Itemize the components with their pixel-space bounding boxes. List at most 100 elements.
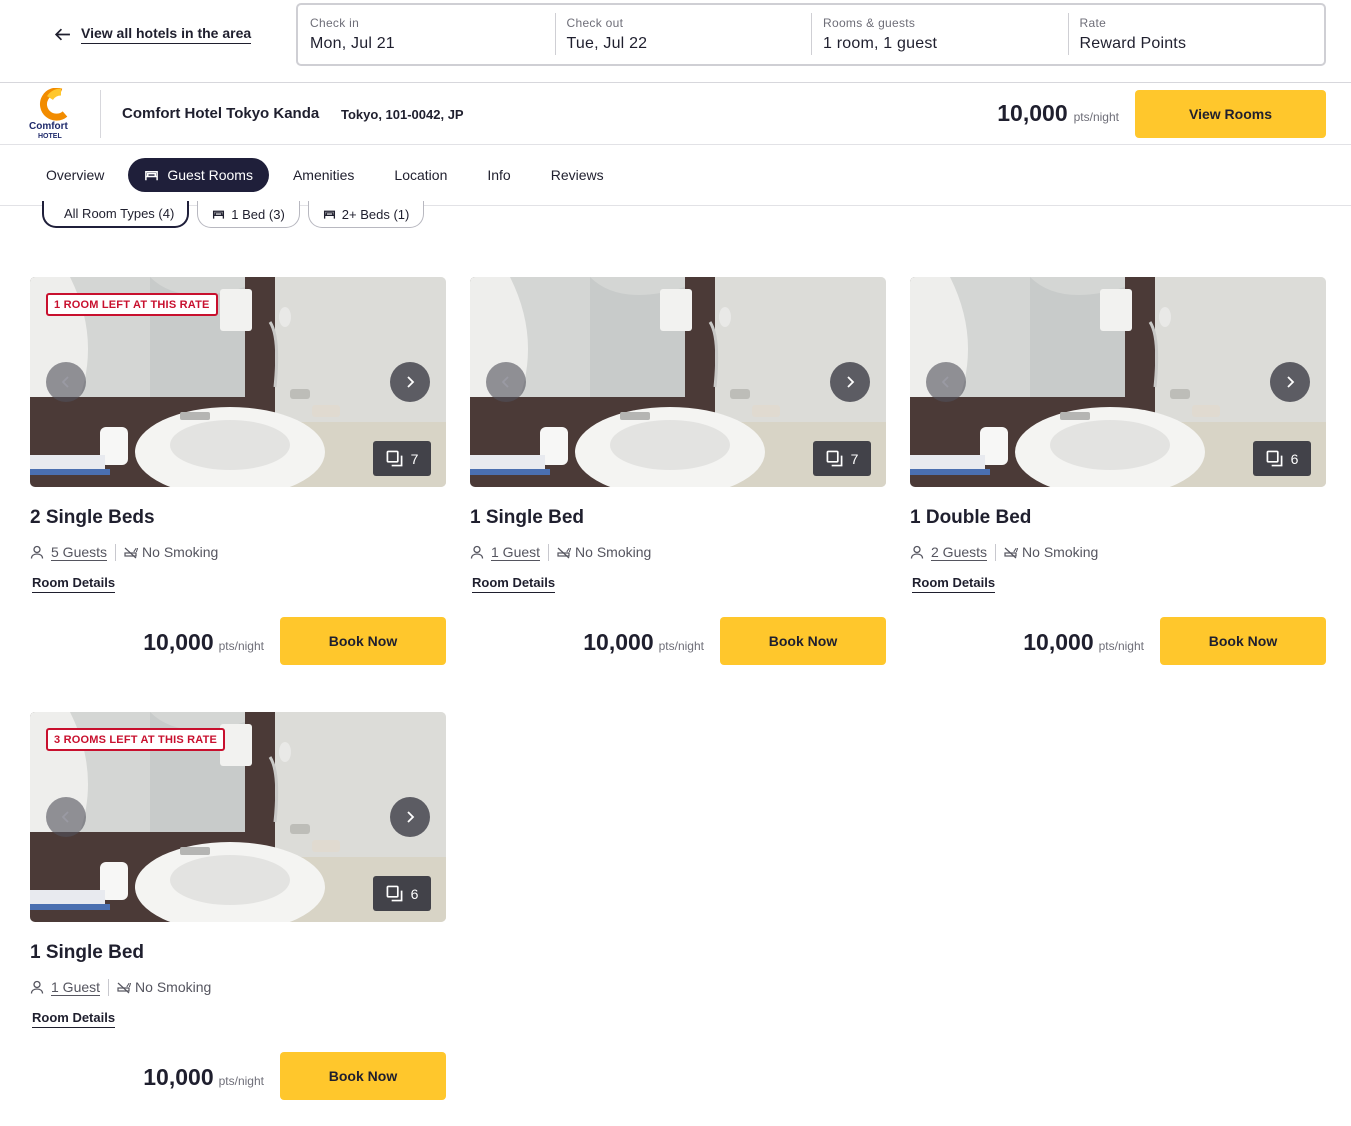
photo-gallery-button[interactable]: 7 <box>813 441 871 476</box>
gallery-icon <box>386 450 403 467</box>
rooms-guests-field[interactable]: Rooms & guests 1 room, 1 guest <box>811 5 1068 64</box>
person-icon <box>470 545 484 559</box>
room-card: 6 1 Double Bed 2 Guests No Smoking Room … <box>910 277 1326 665</box>
photo-count: 7 <box>410 450 419 467</box>
tab-amenities[interactable]: Amenities <box>277 158 370 192</box>
room-details-link[interactable]: Room Details <box>912 575 996 593</box>
header-price-unit: pts/night <box>1073 110 1119 124</box>
carousel-next-button[interactable] <box>390 797 430 837</box>
person-icon <box>30 545 44 559</box>
photo-count: 6 <box>1290 450 1299 467</box>
room-price-unit: pts/night <box>218 1074 264 1088</box>
room-guests-link[interactable]: 1 Guest <box>51 979 101 996</box>
room-smoking: No Smoking <box>124 544 218 560</box>
svg-text:Comfort: Comfort <box>29 121 69 132</box>
room-price-points: 10,000 <box>583 629 654 655</box>
room-card: 7 1 Single Bed 1 Guest No Smoking Room D… <box>470 277 886 665</box>
room-title: 1 Double Bed <box>910 507 1032 528</box>
room-smoking-label: No Smoking <box>135 979 212 995</box>
tab-guest-rooms[interactable]: Guest Rooms <box>128 158 269 192</box>
person-icon <box>910 545 924 559</box>
back-to-area-link[interactable]: View all hotels in the area <box>54 25 252 44</box>
view-rooms-button[interactable]: View Rooms <box>1135 90 1326 138</box>
room-smoking-label: No Smoking <box>575 544 652 560</box>
filter-1-bed[interactable]: 1 Bed (3) <box>197 201 300 228</box>
room-price-unit: pts/night <box>218 639 264 653</box>
carousel-next-button[interactable] <box>390 362 430 402</box>
person-icon <box>30 980 44 994</box>
room-title: 1 Single Bed <box>470 507 585 528</box>
room-price: 10,000 pts/night <box>583 629 704 656</box>
tab-reviews[interactable]: Reviews <box>535 158 620 192</box>
photo-gallery-button[interactable]: 6 <box>373 876 431 911</box>
tab-location[interactable]: Location <box>378 158 463 192</box>
room-details-link[interactable]: Room Details <box>32 1010 116 1028</box>
tab-info[interactable]: Info <box>471 158 526 192</box>
check-out-field[interactable]: Check out Tue, Jul 22 <box>554 5 812 64</box>
carousel-prev-button[interactable] <box>46 797 86 837</box>
carousel-prev-button[interactable] <box>486 362 526 402</box>
no-smoking-icon <box>117 982 132 994</box>
book-now-button[interactable]: Book Now <box>280 1052 446 1100</box>
filter-2-plus-beds[interactable]: 2+ Beds (1) <box>307 201 425 228</box>
room-photo-carousel[interactable]: 7 <box>470 277 886 487</box>
room-price-points: 10,000 <box>1023 629 1094 655</box>
check-in-label: Check in <box>310 16 360 30</box>
book-now-button[interactable]: Book Now <box>1160 617 1326 665</box>
book-row: 10,000 pts/night Book Now <box>910 617 1326 665</box>
comfort-hotel-logo: Comfort HOTEL <box>29 88 69 140</box>
gallery-icon <box>1266 450 1283 467</box>
rate-field[interactable]: Rate Reward Points <box>1067 5 1325 64</box>
no-smoking-icon <box>557 547 572 559</box>
bed-icon <box>213 210 225 219</box>
header-price-points: 10,000 <box>997 100 1068 126</box>
bed-icon <box>323 210 335 219</box>
check-in-field[interactable]: Check in Mon, Jul 21 <box>298 5 555 64</box>
check-out-label: Check out <box>566 16 624 30</box>
room-price-unit: pts/night <box>1098 639 1144 653</box>
room-guests-link[interactable]: 2 Guests <box>931 544 988 561</box>
bed-icon <box>145 170 159 180</box>
room-meta: 1 Guest No Smoking <box>30 976 446 998</box>
room-details-link[interactable]: Room Details <box>32 575 116 593</box>
carousel-next-button[interactable] <box>1270 362 1310 402</box>
chevron-right-icon <box>407 811 415 823</box>
room-guests: 2 Guests <box>910 543 997 561</box>
rooms-guests-value: 1 room, 1 guest <box>823 35 938 52</box>
carousel-next-button[interactable] <box>830 362 870 402</box>
gallery-icon <box>386 885 403 902</box>
room-smoking-label: No Smoking <box>142 544 219 560</box>
room-details-link[interactable]: Room Details <box>472 575 556 593</box>
room-smoking: No Smoking <box>117 979 211 995</box>
room-photo-carousel[interactable]: 6 <box>910 277 1326 487</box>
room-guests-link[interactable]: 5 Guests <box>51 544 108 561</box>
room-smoking: No Smoking <box>1004 544 1098 560</box>
room-meta: 5 Guests No Smoking <box>30 541 446 563</box>
carousel-prev-button[interactable] <box>46 362 86 402</box>
book-now-button[interactable]: Book Now <box>720 617 886 665</box>
book-row: 10,000 pts/night Book Now <box>30 617 446 665</box>
search-header: View all hotels in the area Check in Mon… <box>0 0 1351 83</box>
room-guests-link[interactable]: 1 Guest <box>491 544 541 561</box>
filter-all-room-types[interactable]: All Room Types (4) <box>42 201 190 228</box>
arrow-left-icon <box>54 28 70 41</box>
hotel-name: Comfort Hotel Tokyo Kanda <box>122 105 320 122</box>
carousel-prev-button[interactable] <box>926 362 966 402</box>
tab-overview[interactable]: Overview <box>30 158 120 192</box>
room-photo-carousel[interactable]: 1 ROOM LEFT AT THIS RATE 7 <box>30 277 446 487</box>
room-guests: 5 Guests <box>30 543 117 561</box>
room-price: 10,000 pts/night <box>143 1064 264 1091</box>
room-photo-carousel[interactable]: 3 ROOMS LEFT AT THIS RATE 6 <box>30 712 446 922</box>
room-card: 3 ROOMS LEFT AT THIS RATE 6 1 Single Bed… <box>30 712 446 1100</box>
no-smoking-icon <box>124 547 139 559</box>
svg-text:HOTEL: HOTEL <box>38 133 62 140</box>
filter-all-label: All Room Types (4) <box>64 206 175 221</box>
chevron-right-icon <box>407 376 415 388</box>
photo-gallery-button[interactable]: 6 <box>1253 441 1311 476</box>
book-now-button[interactable]: Book Now <box>280 617 446 665</box>
no-smoking-icon <box>1004 547 1019 559</box>
room-smoking-label: No Smoking <box>1022 544 1099 560</box>
room-guests: 1 Guest <box>30 978 110 996</box>
room-type-filters: All Room Types (4) 1 Bed (3) 2+ Beds (1) <box>42 201 425 228</box>
photo-gallery-button[interactable]: 7 <box>373 441 431 476</box>
